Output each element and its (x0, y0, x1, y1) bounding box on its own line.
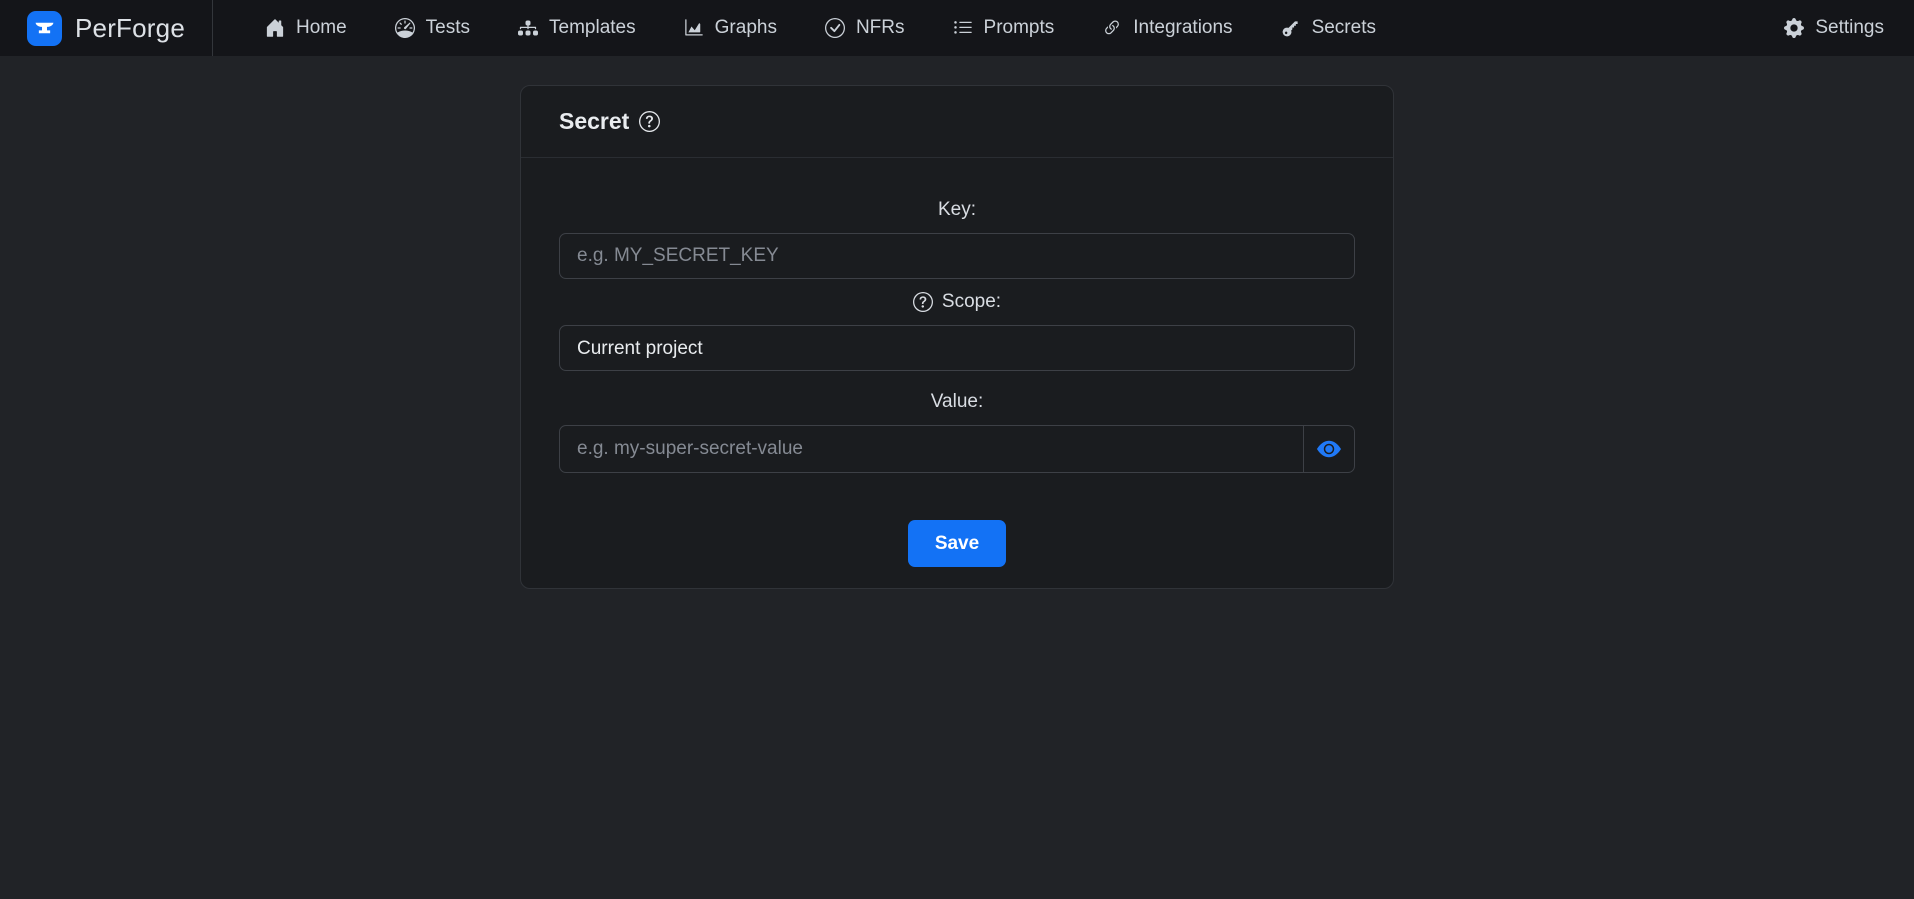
perforge-logo-icon (27, 10, 62, 46)
card-title: Secret (559, 108, 630, 134)
nav-label: Templates (549, 17, 636, 38)
value-label: Value: (930, 391, 984, 412)
nav-item-graphs[interactable]: Graphs (684, 17, 777, 39)
value-input-group (559, 425, 1355, 473)
nav-label: Graphs (714, 17, 777, 38)
question-circle-icon[interactable] (639, 111, 661, 132)
toggle-visibility-button[interactable] (1303, 426, 1354, 472)
nav-label: NFRs (855, 17, 905, 38)
nav-item-home[interactable]: Home (265, 17, 347, 39)
link-icon (1102, 18, 1122, 38)
nav-item-prompts[interactable]: Prompts (953, 17, 1055, 39)
nav-item-templates[interactable]: Templates (518, 17, 636, 39)
nav-label: Tests (425, 17, 471, 38)
save-button[interactable]: Save (907, 520, 1007, 567)
scope-label: Scope: (559, 291, 1355, 313)
home-icon (265, 18, 285, 38)
nav-label: Home (295, 17, 347, 38)
diagram-icon (518, 18, 539, 38)
value-input[interactable] (560, 426, 1303, 472)
nav-item-settings[interactable]: Settings (1784, 17, 1884, 39)
eye-icon (1317, 437, 1341, 461)
navbar-divider (211, 0, 213, 56)
key-icon (1281, 18, 1301, 38)
brand-name: PerForge (75, 12, 185, 43)
key-input[interactable] (559, 233, 1355, 279)
secret-card: Secret Key: Scope: Current project Value… (520, 85, 1394, 589)
nav-label: Settings (1815, 17, 1884, 38)
nav-label: Secrets (1311, 17, 1376, 38)
secret-card-header: Secret (521, 86, 1393, 158)
main-nav: Home Tests Templates Graphs NFRs Prompts… (265, 17, 1376, 39)
brand[interactable]: PerForge (0, 0, 212, 56)
list-icon (953, 18, 973, 38)
key-label: Key: (937, 199, 977, 220)
speedometer-icon (394, 18, 415, 38)
secret-card-body: Key: Scope: Current project Value: (521, 158, 1393, 588)
check-circle-icon (824, 18, 845, 38)
nav-label: Prompts (983, 17, 1055, 38)
nav-item-integrations[interactable]: Integrations (1102, 17, 1233, 39)
nav-item-nfrs[interactable]: NFRs (824, 17, 905, 39)
gear-icon (1784, 18, 1805, 38)
save-row: Save (559, 520, 1355, 567)
nav-label: Integrations (1133, 17, 1233, 38)
top-navbar: PerForge Home Tests Templates Graphs NFR… (0, 0, 1914, 56)
chart-icon (684, 18, 704, 38)
scope-select[interactable]: Current project (559, 325, 1355, 371)
question-circle-icon[interactable] (912, 292, 933, 312)
nav-item-secrets[interactable]: Secrets (1281, 17, 1376, 39)
nav-item-tests[interactable]: Tests (394, 17, 471, 39)
